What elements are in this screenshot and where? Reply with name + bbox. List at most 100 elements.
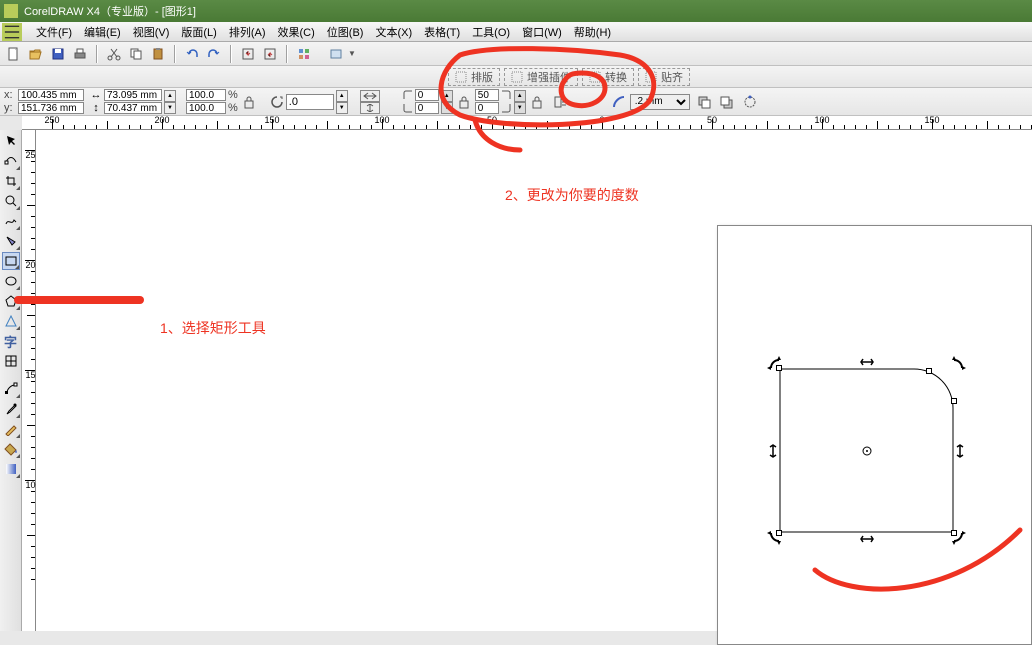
corner-tr-input[interactable] — [475, 89, 499, 101]
app-menu-button[interactable] — [2, 23, 22, 41]
app-icon — [4, 4, 18, 18]
to-back-button[interactable] — [716, 92, 736, 112]
corner-lock-button[interactable] — [455, 90, 473, 114]
rotation-input[interactable] — [286, 94, 334, 110]
menu-effects[interactable]: 效果(C) — [272, 24, 321, 40]
ruler-horizontal[interactable]: 25020015010050050100150 — [22, 116, 1032, 130]
corner-left-spinner[interactable]: ▲▼ — [441, 90, 453, 114]
outline-tool[interactable] — [2, 420, 20, 438]
rotation-spinner[interactable]: ▲▼ — [336, 90, 348, 114]
outline-width-select[interactable]: .2 mm — [630, 94, 690, 110]
interactive-fill-tool[interactable] — [2, 460, 20, 478]
menu-view[interactable]: 视图(V) — [127, 24, 176, 40]
menu-tools[interactable]: 工具(O) — [466, 24, 516, 40]
skew-handle-right[interactable] — [952, 443, 968, 459]
mirror-group — [360, 90, 380, 114]
node[interactable] — [926, 368, 932, 374]
node[interactable] — [951, 398, 957, 404]
corner-tr-icon — [500, 89, 512, 101]
menu-table[interactable]: 表格(T) — [418, 24, 466, 40]
pick-tool[interactable] — [2, 132, 20, 150]
new-button[interactable] — [4, 44, 24, 64]
export-button[interactable] — [260, 44, 280, 64]
docker-row: 排版 增强插件 转换 贴齐 — [0, 66, 1032, 88]
mirror-v-button[interactable] — [360, 102, 380, 114]
table-tool[interactable] — [2, 352, 20, 370]
freehand-tool[interactable] — [2, 212, 20, 230]
zoom-tool[interactable] — [2, 192, 20, 210]
size-group: ↔ ↕ — [90, 89, 162, 114]
center-marker[interactable] — [861, 445, 873, 457]
copy-button[interactable] — [126, 44, 146, 64]
mirror-h-button[interactable] — [360, 90, 380, 102]
fill-tool[interactable] — [2, 440, 20, 458]
rotation-group: ▲▼ — [270, 90, 348, 114]
corner-right-spinner[interactable]: ▲▼ — [514, 90, 526, 114]
import-button[interactable] — [238, 44, 258, 64]
menu-arrange[interactable]: 排列(A) — [223, 24, 272, 40]
selection — [769, 358, 964, 543]
to-front-button[interactable] — [694, 92, 714, 112]
rectangle-tool[interactable] — [2, 252, 20, 270]
y-input[interactable] — [18, 102, 84, 114]
undo-button[interactable] — [182, 44, 202, 64]
menu-file[interactable]: 文件(F) — [30, 24, 78, 40]
docker-arrange[interactable]: 排版 — [448, 68, 500, 86]
skew-handle-left[interactable] — [765, 443, 781, 459]
menu-layout[interactable]: 版面(L) — [175, 24, 222, 40]
convert-curves-button[interactable] — [740, 92, 760, 112]
corner-tl-input[interactable] — [415, 89, 439, 101]
width-input[interactable] — [104, 89, 162, 101]
skew-handle-bottom[interactable] — [859, 531, 875, 547]
corner-group: ▲▼ ▲▼ — [402, 89, 546, 114]
basic-shapes-tool[interactable] — [2, 312, 20, 330]
size-spinner[interactable]: ▲▼ — [164, 90, 176, 114]
ellipse-tool[interactable] — [2, 272, 20, 290]
menu-help[interactable]: 帮助(H) — [568, 24, 617, 40]
docker-transform[interactable]: 转换 — [582, 68, 634, 86]
menu-window[interactable]: 窗口(W) — [516, 24, 568, 40]
node[interactable] — [776, 365, 782, 371]
docker-align[interactable]: 贴齐 — [638, 68, 690, 86]
menu-text[interactable]: 文本(X) — [369, 24, 418, 40]
corner-br-input[interactable] — [475, 102, 499, 114]
shape-tool[interactable] — [2, 152, 20, 170]
eyedropper-tool[interactable] — [2, 400, 20, 418]
save-button[interactable] — [48, 44, 68, 64]
corner-lock2-button[interactable] — [528, 90, 546, 114]
scale-y-input[interactable] — [186, 102, 226, 114]
corner-tl-icon — [402, 89, 414, 101]
polygon-tool[interactable] — [2, 292, 20, 310]
crop-tool[interactable] — [2, 172, 20, 190]
smart-fill-tool[interactable] — [2, 232, 20, 250]
cut-button[interactable] — [104, 44, 124, 64]
docker-enhance[interactable]: 增强插件 — [504, 68, 578, 86]
rotate-handle-tr[interactable] — [952, 354, 968, 370]
property-bar: x: y: ↔ ↕ ▲▼ % % ▲▼ ▲▼ ▲▼ — [0, 88, 1032, 116]
app-launcher-button[interactable] — [294, 44, 314, 64]
height-input[interactable] — [104, 102, 162, 114]
lock-ratio-button[interactable] — [240, 90, 258, 114]
skew-handle-top[interactable] — [859, 354, 875, 370]
scale-group: % % — [186, 89, 238, 114]
canvas[interactable] — [36, 130, 1032, 631]
redo-button[interactable] — [204, 44, 224, 64]
text-tool[interactable]: 字 — [2, 332, 20, 350]
node[interactable] — [951, 530, 957, 536]
width-icon: ↔ — [90, 89, 102, 101]
interactive-tool[interactable] — [2, 380, 20, 398]
wrap-text-button[interactable] — [550, 92, 570, 112]
welcome-button[interactable] — [326, 44, 346, 64]
height-icon: ↕ — [90, 102, 102, 114]
corner-bl-input[interactable] — [415, 102, 439, 114]
ruler-vertical[interactable]: 250200150100 — [22, 130, 36, 631]
print-button[interactable] — [70, 44, 90, 64]
scale-x-input[interactable] — [186, 89, 226, 101]
menu-edit[interactable]: 编辑(E) — [78, 24, 127, 40]
node[interactable] — [776, 530, 782, 536]
paste-button[interactable] — [148, 44, 168, 64]
x-input[interactable] — [18, 89, 84, 101]
standard-toolbar: ▼ — [0, 42, 1032, 66]
menu-bitmap[interactable]: 位图(B) — [321, 24, 370, 40]
open-button[interactable] — [26, 44, 46, 64]
